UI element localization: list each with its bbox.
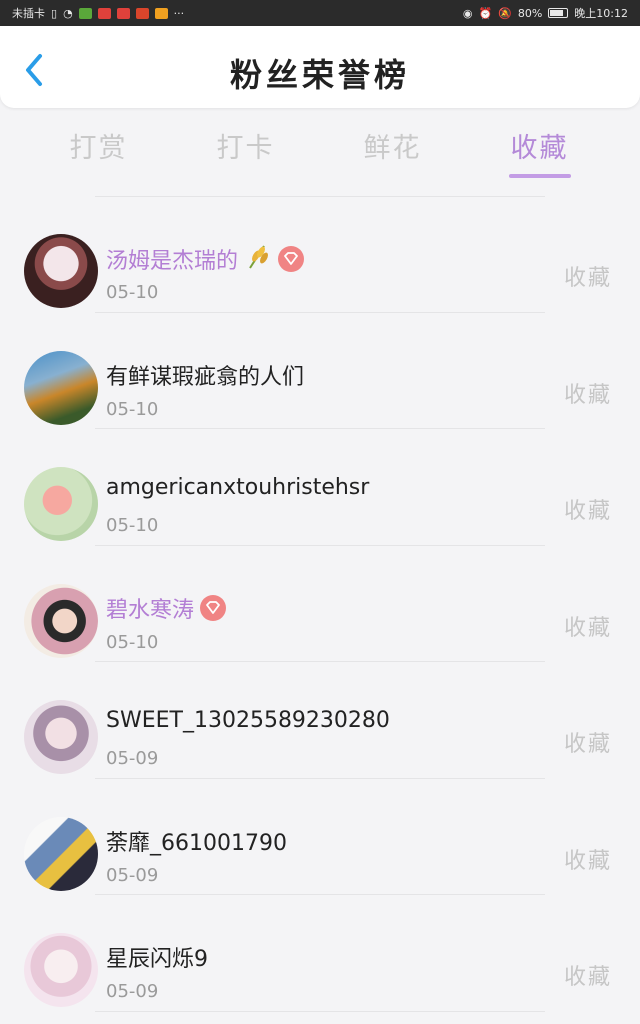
battery-percent: 80% bbox=[517, 6, 543, 20]
fan-date: 05-10 bbox=[106, 631, 159, 653]
vip-diamond-icon bbox=[200, 594, 227, 621]
carrier-text: 未插卡 bbox=[12, 7, 45, 20]
fan-action-label: 收藏 bbox=[563, 266, 612, 291]
fan-name: SWEET_13025589230280 bbox=[106, 708, 390, 733]
tab-xianhua[interactable]: 鲜花 bbox=[319, 118, 466, 180]
mute-icon: 🔕 bbox=[498, 6, 512, 20]
avatar[interactable] bbox=[24, 583, 98, 658]
app-notification-icon bbox=[78, 7, 92, 19]
battery-icon bbox=[548, 8, 569, 18]
tab-active-indicator bbox=[508, 174, 571, 178]
list-item[interactable]: amgericanxtouhristehsr 05-10 收藏 bbox=[0, 429, 640, 546]
page-title: 粉丝荣誉榜 bbox=[229, 56, 410, 94]
fan-name-text: 有鲜谋瑕疵翕的人们 bbox=[106, 364, 305, 390]
fan-name: 有鲜谋瑕疵翕的人们 bbox=[106, 359, 304, 391]
fan-name: amgericanxtouhristehsr bbox=[106, 475, 369, 500]
fan-date: 05-09 bbox=[106, 864, 159, 886]
tab-bar: 打赏 打卡 鲜花 收藏 bbox=[0, 118, 640, 180]
divider bbox=[95, 1010, 545, 1012]
fan-action-label: 收藏 bbox=[563, 965, 612, 990]
tab-daka[interactable]: 打卡 bbox=[172, 118, 319, 180]
app-notification-icon bbox=[154, 7, 168, 19]
app-notification-icon bbox=[135, 7, 149, 19]
fan-action-label: 收藏 bbox=[563, 615, 612, 641]
wheat-icon bbox=[244, 242, 272, 276]
fan-name-text: SWEET_13025589230280 bbox=[106, 708, 390, 733]
fan-name-text: 荼靡_661001790 bbox=[106, 830, 287, 856]
sim-icon: ▯ bbox=[51, 6, 58, 20]
list-item[interactable]: SWEET_13025589230280 05-09 收藏 bbox=[0, 662, 640, 779]
tab-label: 打赏 bbox=[69, 133, 128, 164]
fan-action-label: 收藏 bbox=[563, 382, 612, 408]
fan-action-label: 收藏 bbox=[563, 848, 612, 874]
list-item[interactable]: 荼靡_661001790 05-09 收藏 bbox=[0, 779, 640, 895]
tab-label: 鲜花 bbox=[363, 133, 422, 164]
wifi-icon: ◔ bbox=[63, 6, 73, 20]
app-notification-icon bbox=[97, 7, 111, 19]
fan-date: 05-10 bbox=[106, 515, 159, 536]
fan-action-label: 收藏 bbox=[563, 499, 612, 524]
tab-dashang[interactable]: 打赏 bbox=[25, 118, 172, 180]
avatar[interactable] bbox=[24, 234, 98, 308]
list-item[interactable]: 有鲜谋瑕疵翕的人们 05-10 收藏 bbox=[0, 313, 640, 429]
list-item[interactable]: 星辰闪烁9 05-09 收藏 bbox=[0, 895, 640, 1012]
avatar[interactable] bbox=[24, 700, 98, 774]
tab-shoucang[interactable]: 收藏 bbox=[466, 118, 613, 180]
avatar[interactable] bbox=[24, 933, 98, 1007]
app-notification-icon bbox=[116, 7, 130, 19]
tab-label: 打卡 bbox=[216, 133, 275, 164]
fan-name: 荼靡_661001790 bbox=[106, 825, 287, 857]
clock: 晚上10:12 bbox=[574, 7, 628, 20]
fan-name: 星辰闪烁9 bbox=[106, 941, 208, 973]
more-notifications-icon: ··· bbox=[173, 6, 185, 20]
fan-name: 汤姆是杰瑞的 bbox=[106, 242, 305, 276]
status-bar-right: ◉ ⏰ 🔕 80% 晚上10:12 bbox=[463, 5, 628, 21]
fan-name-text: amgericanxtouhristehsr bbox=[106, 475, 370, 500]
fan-date: 05-09 bbox=[106, 748, 159, 769]
alarm-icon: ⏰ bbox=[478, 6, 493, 20]
avatar[interactable] bbox=[24, 467, 98, 541]
vip-diamond-icon bbox=[278, 246, 305, 272]
fan-list: 汤姆是杰瑞的 05-10 收藏 有鲜谋瑕疵翕的人们 05-10 收藏 amgericanxt… bbox=[0, 196, 640, 1012]
list-item[interactable]: 碧水寒涛 05-10 收藏 bbox=[0, 546, 640, 662]
avatar[interactable] bbox=[24, 350, 98, 425]
header: 粉丝荣誉榜 bbox=[0, 26, 640, 108]
fan-name-text: 碧水寒涛 bbox=[106, 597, 195, 623]
list-item[interactable]: 汤姆是杰瑞的 05-10 收藏 bbox=[0, 196, 640, 313]
fan-name-text: 汤姆是杰瑞的 bbox=[106, 249, 239, 274]
fan-date: 05-09 bbox=[106, 981, 159, 1002]
fan-date: 05-10 bbox=[106, 282, 159, 303]
fan-action-label: 收藏 bbox=[563, 732, 612, 757]
fan-name-text: 星辰闪烁9 bbox=[106, 947, 208, 972]
fan-date: 05-10 bbox=[106, 398, 159, 420]
tab-label: 收藏 bbox=[510, 133, 569, 164]
status-bar-left: 未插卡 ▯ ◔ ··· bbox=[12, 5, 184, 21]
status-bar: 未插卡 ▯ ◔ ··· ◉ ⏰ 🔕 80% 晚上10:12 bbox=[0, 0, 640, 26]
eye-icon: ◉ bbox=[462, 6, 473, 20]
fan-name: 碧水寒涛 bbox=[106, 592, 227, 624]
avatar[interactable] bbox=[24, 816, 98, 891]
